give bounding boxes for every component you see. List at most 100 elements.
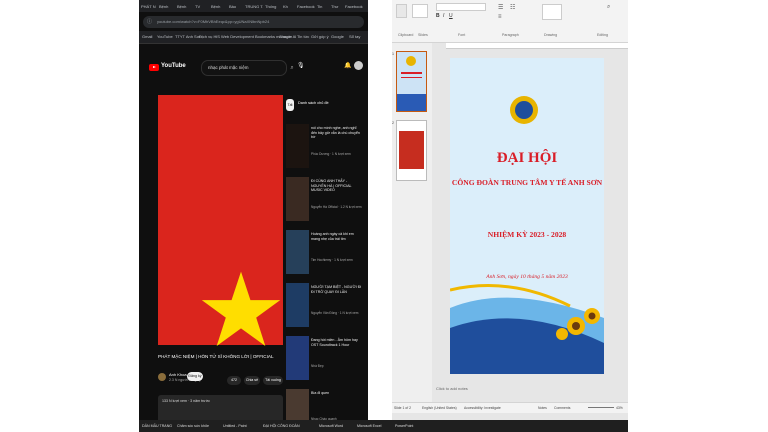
youtube-logo-text[interactable]: YouTube — [161, 63, 186, 69]
bullets-icon[interactable]: ☰ — [498, 4, 503, 11]
slide-subtitle[interactable]: CÔNG ĐOÀN TRUNG TÂM Y TẾ ANH SƠN — [450, 178, 604, 187]
new-slide-icon[interactable] — [412, 4, 428, 18]
microphone-icon[interactable]: 🎙 — [297, 62, 305, 69]
ribbon-group-label: Slides — [418, 33, 428, 37]
recommendation-thumbnail[interactable] — [286, 230, 309, 274]
filter-chip-all[interactable]: Tất cả — [286, 99, 294, 119]
comments-toggle[interactable]: Comments — [554, 403, 570, 413]
recommendation-item[interactable]: Hoàng anh ngày cả khi em mang nhẹ của tr… — [286, 230, 366, 282]
recommendation-title: ĐI CÙNG ANH THẤY - NGUYỄN HÀ | OFFICIAL … — [311, 179, 352, 193]
taskbar-item[interactable]: DẢN MẪU TRANG — [142, 420, 172, 432]
subscribe-button[interactable]: Đăng ký — [187, 372, 203, 381]
address-bar[interactable]: ⓘ youtube.com/watch?v=F0MhVBhEeqc&pp=ygU… — [143, 16, 364, 28]
browser-tab[interactable]: Facebook — [345, 2, 365, 11]
browser-tab[interactable]: Tin — [317, 2, 329, 11]
recommendation-thumbnail[interactable] — [286, 283, 309, 327]
recommendation-item[interactable]: NGƯỜI TẠM BIỆT - NGƯỜI ĐI ĐI TRỞ QUAY ĐI… — [286, 283, 366, 335]
font-name-field[interactable] — [436, 3, 486, 11]
title-thumbnail — [401, 72, 422, 74]
avatar[interactable] — [354, 61, 363, 70]
bookmark-item[interactable]: Claude AI — [279, 31, 296, 43]
recommendation-thumbnail[interactable] — [286, 177, 309, 221]
zoom-level[interactable]: 43% — [616, 403, 623, 413]
browser-tab[interactable]: Bệnh — [177, 2, 193, 11]
taskbar-item[interactable]: Untitled - Paint — [223, 420, 247, 432]
shapes-gallery[interactable] — [542, 4, 562, 20]
ribbon-group-label: Editing — [597, 33, 608, 37]
browser-tab[interactable]: PHÁT N — [141, 2, 157, 11]
language-indicator[interactable]: English (United States) — [422, 403, 457, 413]
numbering-icon[interactable]: ☷ — [510, 4, 515, 11]
browser-tab[interactable]: TV — [195, 2, 209, 11]
taskbar-item[interactable]: Chăm sóc sức khỏe — [177, 420, 209, 432]
recommendation-thumbnail[interactable] — [286, 124, 309, 168]
bookmark-item[interactable]: TTYT Anh Sơn — [175, 31, 202, 43]
slide-term[interactable]: NHIỆM KỲ 2023 - 2028 — [450, 230, 604, 239]
search-input[interactable]: nhạc phát mặc niệm — [201, 60, 287, 76]
slide-number: 1 — [392, 52, 394, 56]
slide-thumbnail-1[interactable] — [396, 51, 427, 112]
status-bar: Slide 1 of 2 English (United States) Acc… — [392, 402, 628, 413]
flag-star-icon — [201, 271, 281, 346]
share-button[interactable]: Chia sẻ — [244, 376, 260, 385]
underline-icon[interactable]: U — [449, 13, 453, 19]
recommendation-item[interactable]: nói cho mình nghe, anh nghĩ đến bây giờ … — [286, 124, 366, 176]
bookmark-item[interactable]: Gmail — [142, 31, 152, 43]
bookmark-item[interactable]: Web Development — [221, 31, 254, 43]
taskbar-item[interactable]: Microsoft Excel — [357, 420, 381, 432]
recommendation-meta: Phúc Dương · 1 N lượt xem — [311, 152, 351, 156]
recommendation-meta: Tim Hochiemy · 1 N lượt xem — [311, 258, 353, 262]
find-icon[interactable]: ⌕ — [607, 4, 610, 11]
browser-tab[interactable]: Thống — [265, 2, 281, 11]
notes-toggle[interactable]: Notes — [538, 403, 547, 413]
channel-avatar[interactable] — [158, 373, 166, 381]
bookmark-item[interactable]: Dịch vụ HiS — [199, 31, 220, 43]
bookmark-item[interactable]: Tin tức — [297, 31, 309, 43]
recommendation-item[interactable]: Đang hót miền - Âm hôm hay OST Soundtrac… — [286, 336, 366, 388]
download-button[interactable]: Tải xuống — [263, 376, 283, 385]
bold-icon[interactable]: B — [436, 13, 440, 19]
paste-icon[interactable] — [396, 4, 407, 18]
video-player[interactable] — [158, 95, 283, 346]
browser-tab[interactable]: Bảo — [229, 2, 243, 11]
taskbar-item[interactable]: ĐẠI HỘI CÔNG ĐOÀN — [263, 420, 300, 432]
browser-tab[interactable]: TRUNG TÂ — [245, 2, 263, 11]
browser-tab[interactable]: Kh — [283, 2, 295, 11]
italic-icon[interactable]: I — [443, 13, 444, 19]
browser-tab[interactable]: Bệnh — [211, 2, 227, 11]
recommendation-thumbnail[interactable] — [286, 336, 309, 380]
slide-date[interactable]: Anh Sơn, ngày 10 tháng 5 năm 2023 — [450, 274, 604, 280]
notifications-icon[interactable]: 🔔 — [344, 62, 351, 69]
browser-tab[interactable]: Bệnh — [159, 2, 175, 11]
ribbon: B I U ☰ ☷ ≡ ⌕ Clipboard Slides Font Para… — [392, 0, 628, 43]
taskbar-item[interactable]: Microsoft Word — [319, 420, 343, 432]
taskbar: DẢN MẪU TRANG Chăm sóc sức khỏe Untitled… — [139, 420, 628, 432]
ribbon-group-label: Drawing — [544, 33, 558, 37]
slide-number: 2 — [392, 121, 394, 125]
youtube-logo-icon[interactable] — [149, 64, 159, 71]
bookmark-item[interactable]: Sổ tay — [349, 31, 360, 43]
notes-placeholder[interactable]: Click to add notes — [436, 386, 468, 391]
like-button[interactable]: 472 — [227, 376, 241, 385]
powerpoint-window: B I U ☰ ☷ ≡ ⌕ Clipboard Slides Font Para… — [392, 0, 628, 432]
bookmark-item[interactable]: Gửi góp ý — [311, 31, 329, 43]
recommendation-item[interactable]: ĐI CÙNG ANH THẤY - NGUYỄN HÀ | OFFICIAL … — [286, 177, 366, 229]
bookmark-item[interactable]: Google — [331, 31, 344, 43]
site-info-icon[interactable]: ⓘ — [147, 17, 152, 27]
taskbar-item[interactable]: PowerPoint — [395, 420, 413, 432]
search-icon[interactable]: ⌕ — [287, 60, 297, 76]
bookmark-item[interactable]: YouTube — [157, 31, 173, 43]
browser-window: PHÁT N Bệnh Bệnh TV Bệnh Bảo TRUNG TÂ Th… — [139, 0, 368, 432]
browser-tab[interactable]: Thư — [331, 2, 343, 11]
recommendation-title: Đang hót miền - Âm hôm hay OST Soundtrac… — [311, 338, 358, 347]
ribbon-group-label: Clipboard — [398, 33, 414, 37]
align-icon[interactable]: ≡ — [498, 14, 502, 20]
accessibility-indicator[interactable]: Accessibility: Investigate — [464, 403, 501, 413]
browser-tab[interactable]: Facebook — [297, 2, 315, 11]
channel-name[interactable]: Anh Khoa — [169, 372, 187, 377]
filter-chip-label[interactable]: Danh sách chủ đề — [298, 101, 358, 105]
slide-title[interactable]: ĐẠI HỘI — [450, 150, 604, 167]
slide-canvas[interactable]: ĐẠI HỘI CÔNG ĐOÀN TRUNG TÂM Y TẾ ANH SƠN… — [450, 58, 604, 374]
zoom-slider[interactable] — [588, 407, 614, 408]
slide-thumbnail-2[interactable] — [396, 120, 427, 181]
